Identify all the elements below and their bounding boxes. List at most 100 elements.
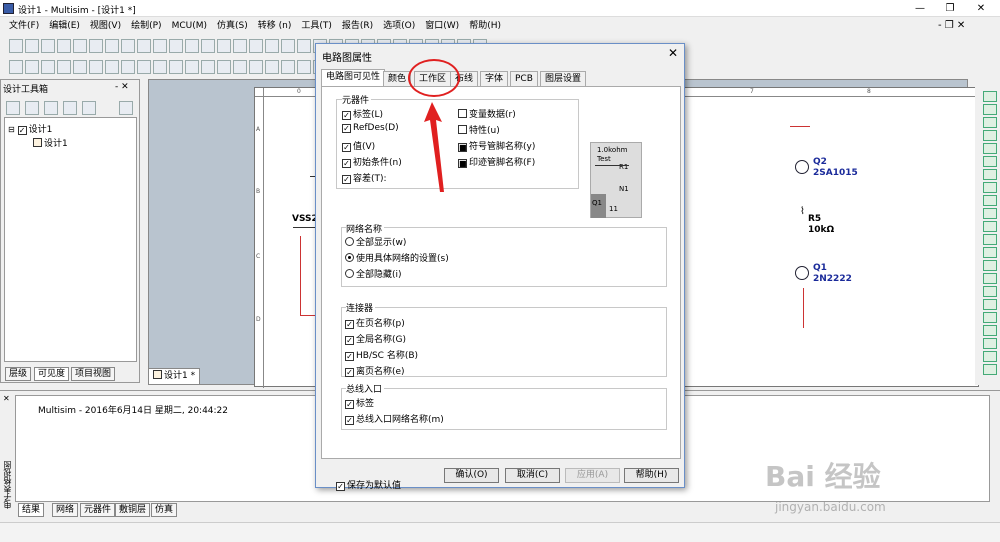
- menu-item[interactable]: 文件(F): [4, 17, 44, 35]
- tab-visibility[interactable]: 可见度: [34, 367, 70, 381]
- dialog-tab[interactable]: 字体: [480, 71, 509, 86]
- settings-icon[interactable]: [119, 101, 134, 115]
- menu-item[interactable]: 转移 (n): [253, 17, 297, 35]
- instrument-icon[interactable]: [983, 364, 997, 375]
- instrument-icon[interactable]: [983, 156, 997, 167]
- toolbar-button-icon[interactable]: [105, 39, 119, 53]
- save-icon[interactable]: [43, 101, 58, 115]
- component-button-icon[interactable]: [217, 60, 231, 74]
- toolbar-button-icon[interactable]: [169, 39, 183, 53]
- tab-project-view[interactable]: 项目视图: [71, 367, 116, 381]
- toolbar-button-icon[interactable]: [73, 39, 87, 53]
- r5-symbol[interactable]: ⌇: [800, 206, 805, 217]
- toolbar-button-icon[interactable]: [9, 39, 23, 53]
- instrument-icon[interactable]: [983, 273, 997, 284]
- dialog-tab[interactable]: 图层设置: [540, 71, 587, 86]
- tab-design1[interactable]: 设计1 *: [148, 368, 201, 385]
- component-visibility-checkbox[interactable]: ■ 符号管脚名称(y): [458, 139, 535, 152]
- component-visibility-checkbox[interactable]: ✓ 标签(L): [342, 107, 383, 120]
- component-button-icon[interactable]: [137, 60, 151, 74]
- component-button-icon[interactable]: [265, 60, 279, 74]
- component-button-icon[interactable]: [169, 60, 183, 74]
- instrument-icon[interactable]: [983, 169, 997, 180]
- menu-item[interactable]: 编辑(E): [44, 17, 85, 35]
- menu-item[interactable]: 帮助(H): [464, 17, 506, 35]
- component-button-icon[interactable]: [297, 60, 311, 74]
- instrument-icon[interactable]: [983, 182, 997, 193]
- component-button-icon[interactable]: [121, 60, 135, 74]
- bottom-tab[interactable]: 仿真: [151, 503, 178, 517]
- instrument-icon[interactable]: [983, 312, 997, 323]
- panel-close-icon[interactable]: ✕: [3, 394, 10, 403]
- bottom-tab[interactable]: 网络: [52, 503, 79, 517]
- toolbar-button-icon[interactable]: [25, 39, 39, 53]
- panel-close-icon[interactable]: - ✕: [115, 82, 129, 92]
- component-button-icon[interactable]: [25, 60, 39, 74]
- instrument-icon[interactable]: [983, 208, 997, 219]
- toolbar-button-icon[interactable]: [41, 39, 55, 53]
- wire-top[interactable]: [790, 126, 810, 127]
- bottom-tab[interactable]: 敷铜层: [115, 503, 151, 517]
- apply-button[interactable]: 应用(A): [565, 468, 620, 483]
- net-name-radio[interactable]: 全部隐藏(i): [345, 267, 402, 280]
- menu-item[interactable]: MCU(M): [167, 17, 212, 35]
- tree-root[interactable]: ⊟ ✓ 设计1: [8, 122, 52, 135]
- component-button-icon[interactable]: [185, 60, 199, 74]
- component-visibility-checkbox[interactable]: ✓ 初始条件(n): [342, 155, 402, 168]
- instrument-icon[interactable]: [983, 338, 997, 349]
- component-button-icon[interactable]: [153, 60, 167, 74]
- wire-left[interactable]: [300, 236, 315, 316]
- component-button-icon[interactable]: [105, 60, 119, 74]
- q1-ref[interactable]: Q1: [813, 263, 827, 273]
- instrument-icon[interactable]: [983, 195, 997, 206]
- component-visibility-checkbox[interactable]: ✓ 值(V): [342, 139, 375, 152]
- instrument-icon[interactable]: [983, 247, 997, 258]
- ok-button[interactable]: 确认(O): [444, 468, 499, 483]
- bottom-tab[interactable]: 结果: [18, 503, 45, 517]
- menu-item[interactable]: 窗口(W): [420, 17, 464, 35]
- wire-bottom[interactable]: [803, 288, 804, 328]
- connector-checkbox[interactable]: ✓ 在页名称(p): [345, 316, 405, 329]
- toolbar-button-icon[interactable]: [297, 39, 311, 53]
- q2-value[interactable]: 2SA1015: [813, 168, 858, 178]
- toolbar-button-icon[interactable]: [57, 39, 71, 53]
- component-button-icon[interactable]: [281, 60, 295, 74]
- r5-ref[interactable]: R5: [808, 214, 821, 224]
- menu-item[interactable]: 仿真(S): [212, 17, 253, 35]
- instrument-icon[interactable]: [983, 286, 997, 297]
- toolbar-button-icon[interactable]: [281, 39, 295, 53]
- net-name-radio[interactable]: 使用具体网络的设置(s): [345, 251, 449, 264]
- component-button-icon[interactable]: [57, 60, 71, 74]
- instrument-icon[interactable]: [983, 143, 997, 154]
- toolbar-button-icon[interactable]: [249, 39, 263, 53]
- connector-checkbox[interactable]: ✓ 离页名称(e): [345, 364, 405, 377]
- component-visibility-checkbox[interactable]: 变量数据(r): [458, 107, 516, 120]
- toolbar-button-icon[interactable]: [89, 39, 103, 53]
- help-button[interactable]: 帮助(H): [624, 468, 679, 483]
- page-icon[interactable]: [62, 101, 77, 115]
- vss-label[interactable]: VSS2: [292, 214, 318, 224]
- toolbar-button-icon[interactable]: [217, 39, 231, 53]
- instrument-icon[interactable]: [983, 104, 997, 115]
- save-default-checkbox[interactable]: ✓ 保存为默认值: [336, 478, 401, 491]
- component-visibility-checkbox[interactable]: 特性(u): [458, 123, 500, 136]
- bottom-tab[interactable]: 元器件: [80, 503, 116, 517]
- q1-symbol[interactable]: [795, 266, 809, 280]
- new-icon[interactable]: [6, 101, 20, 115]
- connector-checkbox[interactable]: ✓ HB/SC 名称(B): [345, 348, 418, 361]
- q2-symbol[interactable]: [795, 160, 809, 174]
- tab-hierarchy[interactable]: 层级: [5, 367, 32, 381]
- component-button-icon[interactable]: [249, 60, 263, 74]
- menu-item[interactable]: 视图(V): [85, 17, 126, 35]
- instrument-icon[interactable]: [983, 325, 997, 336]
- component-button-icon[interactable]: [233, 60, 247, 74]
- delete-icon[interactable]: [81, 101, 96, 115]
- instrument-icon[interactable]: [983, 234, 997, 245]
- component-button-icon[interactable]: [73, 60, 87, 74]
- toolbar-button-icon[interactable]: [121, 39, 135, 53]
- r5-value[interactable]: 10kΩ: [808, 225, 834, 235]
- instrument-icon[interactable]: [983, 130, 997, 141]
- menu-item[interactable]: 绘制(P): [126, 17, 166, 35]
- menu-item[interactable]: 工具(T): [296, 17, 337, 35]
- menu-item[interactable]: 选项(O): [378, 17, 420, 35]
